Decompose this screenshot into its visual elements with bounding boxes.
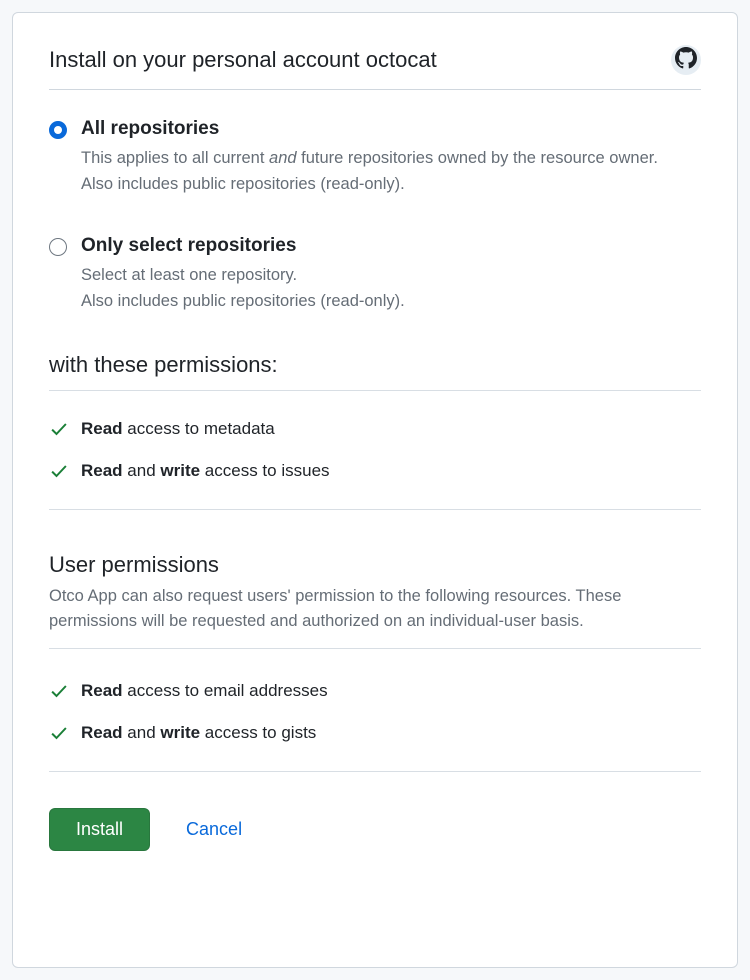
- divider: [49, 509, 701, 510]
- permission-item: Read access to metadata: [49, 419, 701, 439]
- permission-text: Read and write access to issues: [81, 461, 330, 481]
- install-card: Install on your personal account octocat…: [12, 12, 738, 968]
- install-button[interactable]: Install: [49, 808, 150, 851]
- user-permissions-heading: User permissions: [49, 552, 701, 578]
- cancel-link[interactable]: Cancel: [186, 819, 242, 840]
- avatar[interactable]: [671, 45, 701, 75]
- check-icon: [49, 723, 69, 743]
- actions: Install Cancel: [49, 808, 701, 851]
- option-body: All repositories This applies to all cur…: [81, 118, 701, 197]
- option-desc: This applies to all current and future r…: [81, 146, 701, 197]
- permission-text: Read and write access to gists: [81, 723, 316, 743]
- permission-item: Read and write access to issues: [49, 461, 701, 481]
- option-only-select-repositories[interactable]: Only select repositories Select at least…: [49, 235, 701, 314]
- octocat-icon: [675, 47, 697, 74]
- option-desc: Select at least one repository. Also inc…: [81, 263, 701, 314]
- option-all-repositories[interactable]: All repositories This applies to all cur…: [49, 118, 701, 197]
- option-body: Only select repositories Select at least…: [81, 235, 701, 314]
- permission-item: Read access to email addresses: [49, 681, 701, 701]
- check-icon: [49, 419, 69, 439]
- user-permissions-list: Read access to email addresses Read and …: [49, 681, 701, 743]
- user-permissions-desc: Otco App can also request users' permiss…: [49, 584, 701, 649]
- divider: [49, 771, 701, 772]
- permission-text: Read access to metadata: [81, 419, 275, 439]
- permissions-list: Read access to metadata Read and write a…: [49, 419, 701, 481]
- radio-unselected-icon[interactable]: [49, 238, 67, 256]
- page-title: Install on your personal account octocat: [49, 47, 437, 73]
- permissions-heading: with these permissions:: [49, 352, 701, 391]
- option-title: All repositories: [81, 118, 701, 140]
- check-icon: [49, 681, 69, 701]
- header: Install on your personal account octocat: [49, 45, 701, 90]
- option-title: Only select repositories: [81, 235, 701, 257]
- check-icon: [49, 461, 69, 481]
- permission-item: Read and write access to gists: [49, 723, 701, 743]
- permission-text: Read access to email addresses: [81, 681, 328, 701]
- radio-selected-icon[interactable]: [49, 121, 67, 139]
